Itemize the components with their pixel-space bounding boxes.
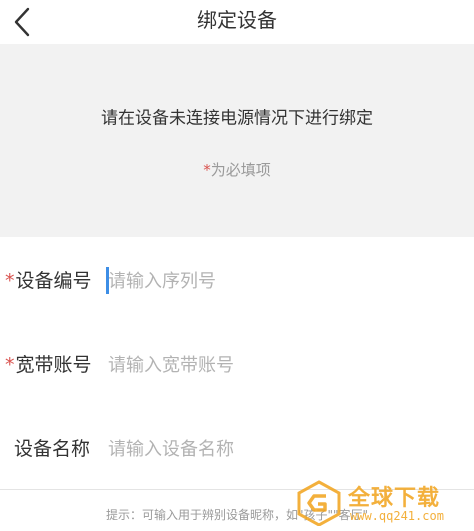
device-number-label-text: 设备编号 xyxy=(15,270,92,292)
watermark-url: www.qq241.com xyxy=(350,509,444,523)
required-note: *为必填项 xyxy=(0,159,474,180)
watermark: 全球下载 www.qq241.com xyxy=(296,478,466,528)
page-title: 绑定设备 xyxy=(197,8,277,32)
broadband-account-input[interactable] xyxy=(106,349,448,381)
required-star: * xyxy=(5,354,15,376)
text-cursor xyxy=(106,267,109,294)
device-name-input[interactable] xyxy=(106,433,448,465)
required-star: * xyxy=(203,161,211,179)
required-note-text: 为必填项 xyxy=(210,161,271,179)
device-name-label-text: 设备名称 xyxy=(14,438,91,460)
form-row-broadband-account: *宽带账号 xyxy=(0,321,474,406)
notice-panel: 请在设备未连接电源情况下进行绑定 *为必填项 xyxy=(0,44,474,237)
broadband-account-label: *宽带账号 xyxy=(5,351,92,379)
device-name-label: 设备名称 xyxy=(13,435,90,463)
g-logo-icon xyxy=(297,480,341,526)
broadband-account-label-text: 宽带账号 xyxy=(15,354,92,376)
watermark-brand: 全球下载 xyxy=(348,486,441,511)
required-star: * xyxy=(5,270,15,292)
notice-message: 请在设备未连接电源情况下进行绑定 xyxy=(101,108,373,129)
device-number-label: *设备编号 xyxy=(5,267,92,295)
device-number-input[interactable] xyxy=(106,265,448,297)
top-bar: 绑定设备 xyxy=(0,0,474,44)
form-row-device-number: *设备编号 xyxy=(0,237,474,322)
